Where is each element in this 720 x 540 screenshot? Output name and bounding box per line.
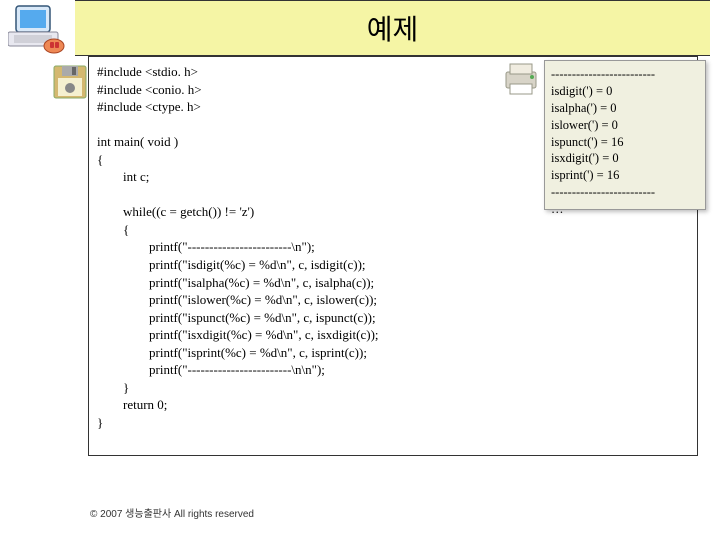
page-title: 예제 <box>367 8 419 48</box>
footer-copyright: © 2007 생능출판사 All rights reserved <box>90 505 254 520</box>
output-text: ------------------------- isdigit(') = 0… <box>551 66 699 218</box>
computer-icon <box>8 2 66 54</box>
floppy-icon <box>52 64 88 100</box>
printer-icon <box>502 62 540 96</box>
output-block: ------------------------- isdigit(') = 0… <box>544 60 706 210</box>
title-bar: 예제 <box>75 0 710 56</box>
